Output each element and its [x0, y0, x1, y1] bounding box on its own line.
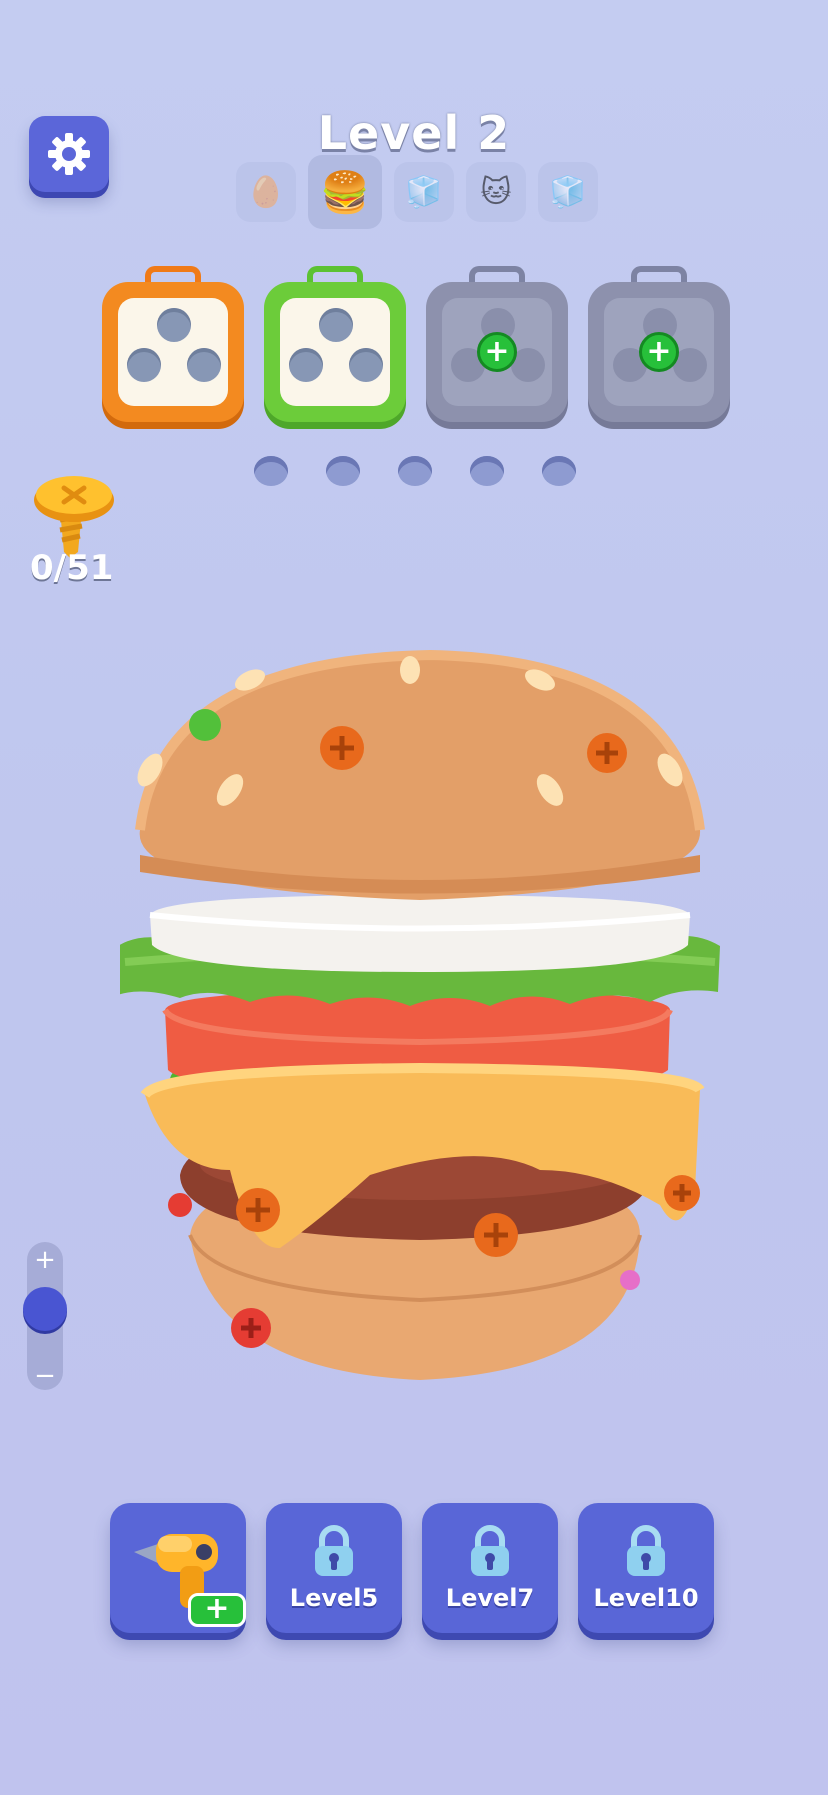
screw-hole — [289, 348, 323, 382]
screw-icon — [34, 476, 114, 558]
locked-level-label: Level5 — [289, 1584, 379, 1612]
screw-hole — [319, 308, 353, 342]
zoom-slider[interactable]: + − — [23, 1242, 67, 1390]
drill-button[interactable]: + — [110, 1503, 246, 1633]
screw-hole — [157, 308, 191, 342]
queue-slot — [326, 456, 360, 486]
queue-slot — [470, 456, 504, 486]
screw-queue — [254, 456, 576, 486]
drill-add-badge[interactable]: + — [188, 1593, 246, 1627]
cubes-icon: 🧊 — [538, 162, 598, 222]
lock-icon — [315, 1525, 353, 1576]
screw-counter: 0/51 — [30, 548, 114, 588]
lock-icon — [471, 1525, 509, 1576]
burger-model[interactable] — [120, 650, 720, 1390]
unlock-plus-icon[interactable]: + — [477, 332, 517, 372]
queue-slot — [398, 456, 432, 486]
cubes-icon: 🧊 — [394, 162, 454, 222]
zoom-slider-knob[interactable] — [23, 1287, 67, 1331]
level-track: 🥚 🍔 🧊 🐱 🧊 — [236, 155, 598, 229]
bottom-toolbar: + Level5 Level7 Level10 — [110, 1503, 714, 1633]
green-screw-box — [264, 266, 406, 426]
queue-slot — [542, 456, 576, 486]
zoom-out-icon[interactable]: − — [27, 1362, 63, 1390]
locked-level-label: Level10 — [593, 1584, 699, 1612]
queue-slot — [254, 456, 288, 486]
unlock-plus-icon[interactable]: + — [639, 332, 679, 372]
orange-screw-box — [102, 266, 244, 426]
zoom-in-icon[interactable]: + — [27, 1246, 63, 1274]
level-title: Level 2 — [317, 106, 511, 160]
lock-icon — [627, 1525, 665, 1576]
screw-box-row: + + — [102, 266, 730, 426]
locked-screw-box[interactable]: + — [588, 266, 730, 426]
burger-icon: 🍔 — [308, 155, 382, 229]
locked-level7-button[interactable]: Level7 — [422, 1503, 558, 1633]
screw-hole — [127, 348, 161, 382]
screw-hole — [349, 348, 383, 382]
locked-level-label: Level7 — [445, 1584, 535, 1612]
locked-level5-button[interactable]: Level5 — [266, 1503, 402, 1633]
locked-level10-button[interactable]: Level10 — [578, 1503, 714, 1633]
robot-cat-icon: 🐱 — [466, 162, 526, 222]
screw-hole — [187, 348, 221, 382]
locked-screw-box[interactable]: + — [426, 266, 568, 426]
egg-icon: 🥚 — [236, 162, 296, 222]
